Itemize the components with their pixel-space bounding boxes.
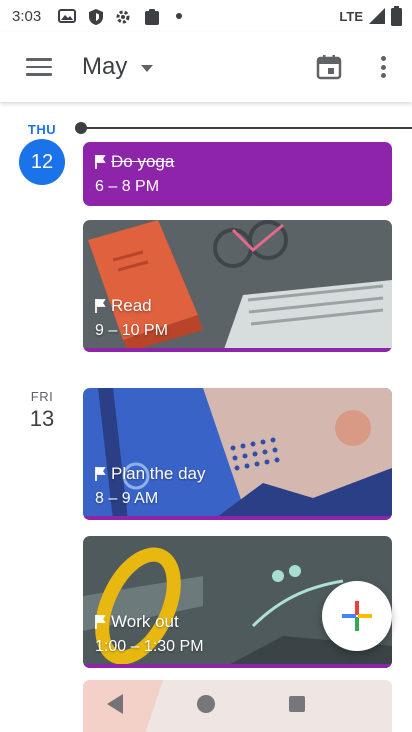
- caret-down-icon: [141, 64, 154, 72]
- event-title: Work out: [111, 612, 179, 631]
- network-type-label: LTE: [339, 8, 363, 24]
- settings-icon: [116, 10, 130, 24]
- recents-button[interactable]: [285, 692, 309, 716]
- more-dot: [380, 64, 386, 70]
- event-title-row: Plan the day: [95, 464, 206, 484]
- event-color-bar: [83, 664, 392, 668]
- event-time: 9 – 10 PM: [95, 322, 168, 339]
- event-title: Plan the day: [111, 464, 206, 483]
- event-text: Work out 1:00 – 1:30 PM: [95, 612, 204, 656]
- date-today[interactable]: 12: [19, 139, 65, 185]
- clipboard-icon: [145, 9, 159, 25]
- status-bar: 3:03 LTE: [0, 0, 412, 32]
- event-text: Plan the day 8 – 9 AM: [95, 464, 206, 508]
- back-button[interactable]: [103, 692, 127, 716]
- event-read[interactable]: Read 9 – 10 PM: [83, 220, 392, 352]
- flag-icon: [95, 155, 106, 169]
- flag-icon: [95, 615, 106, 629]
- menu-icon-line: [26, 73, 52, 76]
- dot-icon: [176, 13, 182, 19]
- date-fri[interactable]: 13: [20, 406, 64, 432]
- event-plan-the-day[interactable]: Plan the day 8 – 9 AM: [83, 388, 392, 520]
- battery-icon: [391, 6, 402, 26]
- more-dot: [380, 56, 386, 61]
- menu-icon-line: [26, 58, 52, 61]
- event-title: Read: [111, 296, 152, 315]
- add-icon: [342, 601, 372, 631]
- event-color-bar: [83, 348, 392, 352]
- shield-icon: [89, 9, 103, 25]
- event-title-row: Read: [95, 296, 168, 316]
- more-dot: [380, 73, 386, 78]
- event-title: Do yoga: [111, 152, 175, 171]
- home-icon: [196, 695, 215, 713]
- signal-icon: [369, 8, 385, 24]
- event-color-bar: [83, 516, 392, 520]
- month-label: May: [82, 53, 128, 80]
- event-time: 6 – 8 PM: [95, 178, 160, 195]
- status-time: 3:03: [12, 7, 42, 25]
- event-text: Do yoga 6 – 8 PM: [95, 152, 174, 196]
- status-indicators: LTE: [339, 6, 402, 26]
- flag-icon: [95, 299, 106, 313]
- event-time: 1:00 – 1:30 PM: [95, 638, 204, 655]
- recents-icon: [288, 696, 305, 712]
- event-title-row: Do yoga: [95, 152, 174, 172]
- app-bar: May: [0, 32, 412, 102]
- schedule-list[interactable]: THU 12 Do yoga 6 – 8 PM Read 9 – 10 PM F…: [0, 102, 412, 732]
- event-do-yoga[interactable]: Do yoga 6 – 8 PM: [83, 142, 392, 206]
- today-calendar-icon[interactable]: [316, 54, 342, 80]
- day-name-thu: THU: [27, 122, 57, 137]
- system-nav-bar: [0, 676, 412, 732]
- back-icon: [107, 694, 124, 714]
- home-button[interactable]: [194, 692, 218, 716]
- menu-button[interactable]: [26, 58, 52, 78]
- day-name-fri: FRI: [30, 389, 54, 404]
- menu-icon-line: [26, 65, 52, 68]
- create-event-button[interactable]: [322, 581, 392, 651]
- current-time-line: [84, 127, 412, 129]
- month-picker-button[interactable]: May: [82, 50, 154, 84]
- photos-icon: [58, 9, 76, 23]
- event-time: 8 – 9 AM: [95, 490, 159, 507]
- event-text: Read 9 – 10 PM: [95, 296, 168, 340]
- flag-icon: [95, 467, 106, 481]
- event-title-row: Work out: [95, 612, 204, 632]
- more-options-button[interactable]: [376, 54, 390, 80]
